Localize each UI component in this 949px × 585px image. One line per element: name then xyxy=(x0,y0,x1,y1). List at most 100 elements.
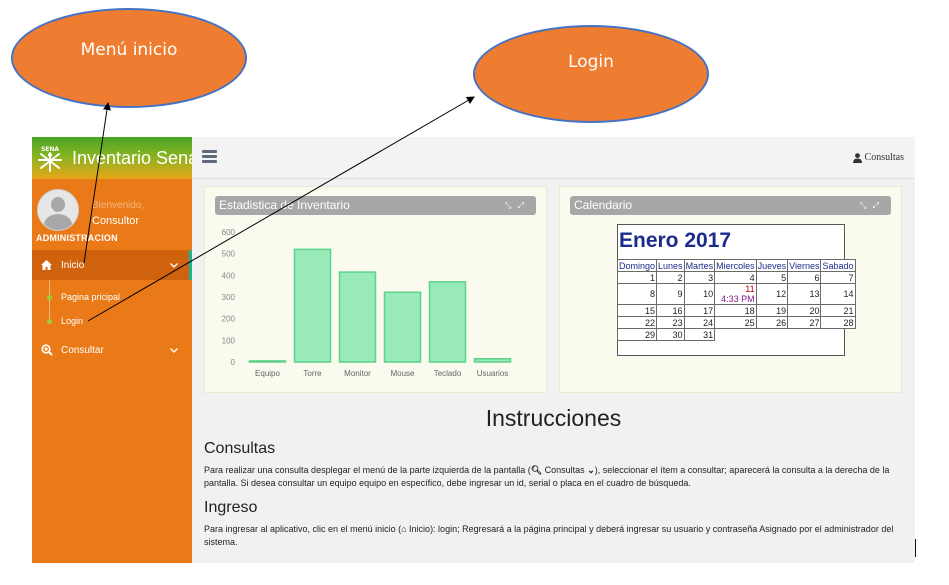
user-role: ADMINISTRACION xyxy=(36,233,118,243)
calendar-panel-title: Calendario xyxy=(574,198,633,212)
stats-panel: Estadistica de Inventario ⤡ ⤢ 0 100 200 300… xyxy=(204,186,547,393)
bullet-icon xyxy=(47,319,52,324)
y-tick-label: 400 xyxy=(222,271,236,280)
y-tick-label: 200 xyxy=(222,315,236,324)
y-tick-label: 0 xyxy=(231,358,236,367)
weekday: Viernes xyxy=(787,259,822,272)
calendar-day[interactable]: 30 xyxy=(656,328,685,341)
weekday: Sabado xyxy=(820,259,856,272)
weekday: Domingo xyxy=(616,259,658,272)
inline-consultas-label: Consultas xyxy=(544,465,585,475)
sidebar-item-inicio-label: Inicio xyxy=(61,259,85,271)
sidebar-item-inicio[interactable]: Inicio xyxy=(32,250,192,335)
weekday: Miercoles xyxy=(714,259,757,272)
bar-equipo xyxy=(248,360,287,363)
callout-menu-label: Menú inicio xyxy=(80,40,178,60)
consultas-heading: Consultas xyxy=(204,440,276,457)
calendar-day[interactable]: 25 xyxy=(714,316,757,329)
welcome-text: Bienvenido, xyxy=(92,200,145,211)
y-tick-label: 600 xyxy=(222,228,236,237)
ingreso-heading: Ingreso xyxy=(204,499,258,516)
search-plus-icon xyxy=(41,344,53,356)
x-tick-label: Teclado xyxy=(434,369,462,378)
top-user-label: Consultas xyxy=(864,152,904,163)
bar-torre xyxy=(293,248,332,363)
x-tick-label: Usuarios xyxy=(477,369,509,378)
ingreso-paragraph: Para ingresar al aplicativo, clic en el … xyxy=(204,523,906,549)
submenu-inicio: Pagina pricipal Login xyxy=(32,280,192,335)
calendar-day[interactable]: 5 xyxy=(755,271,789,284)
calendar-day[interactable]: 22 xyxy=(616,316,658,329)
calendar-day[interactable]: 7 xyxy=(820,271,856,284)
top-user-menu[interactable]: Consultas xyxy=(852,152,904,163)
calendar-day[interactable]: 28 xyxy=(820,316,856,329)
calendar-day[interactable]: 29 xyxy=(616,328,658,341)
search-plus-icon: 🔍︎ xyxy=(530,465,543,475)
sidebar-item-consultar[interactable]: Consultar xyxy=(32,337,192,363)
calendar-day[interactable]: 14 xyxy=(820,283,856,305)
calendar-panel-header: Calendario ⤡ ⤢ xyxy=(570,196,891,215)
weekday: Jueves xyxy=(755,259,789,272)
home-icon xyxy=(41,260,53,270)
sena-logo-icon: SENA xyxy=(35,143,65,173)
text-cursor xyxy=(915,539,916,557)
consultas-paragraph: Para realizar una consulta desplegar el … xyxy=(204,464,906,490)
calendar-day[interactable]: 12 xyxy=(755,283,789,305)
calendar-month: Enero 2017 xyxy=(619,229,732,252)
calendar-day[interactable]: 27 xyxy=(787,316,822,329)
calendar-day[interactable]: 16 xyxy=(656,304,685,317)
bar-mouse xyxy=(383,291,422,363)
calendar-day[interactable]: 21 xyxy=(820,304,856,317)
y-tick-label: 300 xyxy=(222,293,236,302)
calendar-day[interactable]: 15 xyxy=(616,304,658,317)
calendar-day[interactable]: 26 xyxy=(755,316,789,329)
weekday: Martes xyxy=(683,259,716,272)
x-tick-label: Equipo xyxy=(255,369,280,378)
calendar-day[interactable]: 1 xyxy=(616,271,658,284)
x-tick-label: Mouse xyxy=(390,369,415,378)
submenu-item-pagina-principal[interactable]: Pagina pricipal xyxy=(47,292,120,302)
calendar-day[interactable]: 23 xyxy=(656,316,685,329)
panel-tools-icon[interactable]: ⤡ ⤢ xyxy=(860,196,881,215)
chevron-down-icon xyxy=(170,260,178,270)
instructions-title: Instrucciones xyxy=(485,405,622,431)
x-tick-label: Monitor xyxy=(344,369,371,378)
calendar-day[interactable]: 2 xyxy=(656,271,685,284)
weekday: Lunes xyxy=(656,259,685,272)
chevron-down-icon xyxy=(170,345,178,355)
sidebar: SENA Inventario Sena Bienvenido, Consult… xyxy=(32,137,198,563)
brand-title: Inventario Sena xyxy=(72,147,199,168)
user-name: Consultor xyxy=(92,215,140,227)
calendar-day[interactable]: 9 xyxy=(656,283,685,305)
calendar-day[interactable]: 19 xyxy=(755,304,789,317)
bar-teclado xyxy=(428,281,467,363)
y-tick-label: 100 xyxy=(222,336,236,345)
calendar-day[interactable]: 13 xyxy=(787,283,822,305)
home-icon: ⌂ xyxy=(401,524,407,534)
avatar xyxy=(37,189,79,231)
calendar-day[interactable]: 3 xyxy=(683,271,716,284)
calendar-day-today[interactable]: 11 4:33 PM xyxy=(714,283,757,305)
calendar-day[interactable]: 6 xyxy=(787,271,822,284)
calendar-day[interactable]: 20 xyxy=(787,304,822,317)
calendar-day[interactable]: 31 xyxy=(683,328,716,341)
y-tick-label: 500 xyxy=(222,250,236,259)
bullet-icon xyxy=(47,295,52,300)
submenu-item-label: Login xyxy=(61,316,84,326)
inline-inicio-label: Inicio xyxy=(409,524,431,534)
bar-monitor xyxy=(338,271,377,363)
inventory-bar-chart: 0 100 200 300 400 500 600 Equipo Torre Monitor Mou… xyxy=(222,228,512,378)
calendar-day[interactable]: 4 xyxy=(714,271,757,284)
brand-header[interactable]: SENA Inventario Sena xyxy=(32,137,198,179)
calendar-day[interactable]: 18 xyxy=(714,304,757,317)
user-icon xyxy=(852,152,862,163)
calendar-day[interactable]: 10 xyxy=(683,283,716,305)
calendar-day[interactable]: 17 xyxy=(683,304,716,317)
hamburger-menu-icon[interactable] xyxy=(202,150,217,163)
calendar-day[interactable]: 24 xyxy=(683,316,716,329)
callout-login: Login xyxy=(473,25,709,123)
callout-login-label: Login xyxy=(568,52,614,72)
submenu-item-login[interactable]: Login xyxy=(47,316,83,326)
calendar-day[interactable]: 8 xyxy=(616,283,658,305)
text: Para ingresar al aplicativo, clic en el … xyxy=(204,524,402,534)
